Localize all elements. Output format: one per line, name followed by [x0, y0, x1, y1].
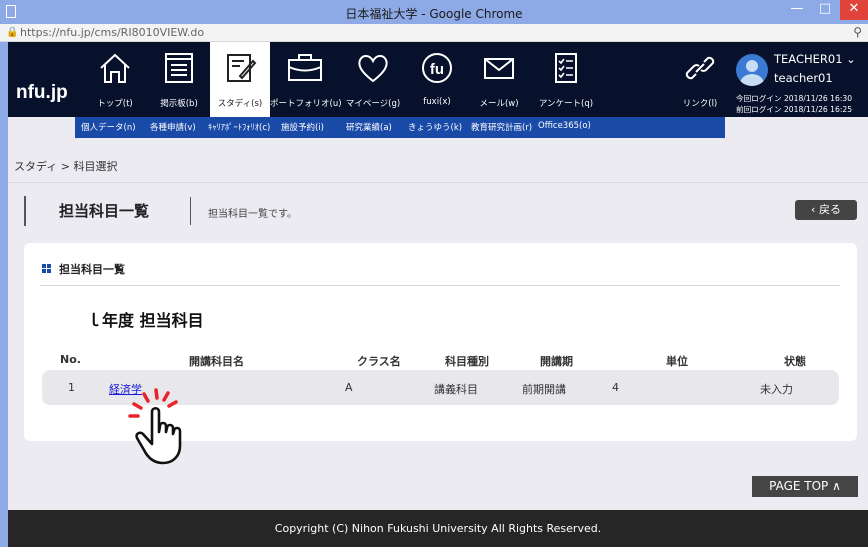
url-text[interactable]: https://nfu.jp/cms/RI8010VIEW.do [20, 26, 204, 39]
nav-label: マイページ(g) [345, 99, 401, 109]
subnav-career-portfolio[interactable]: ｷｬﾘｱﾎﾟｰﾄﾌｫﾘｵ(c) [208, 121, 270, 133]
divider [40, 285, 840, 286]
window-frame [0, 42, 8, 547]
footer-copyright: Copyright (C) Nihon Fukushi University A… [8, 510, 868, 547]
cell-period: 前期開講 [522, 383, 566, 396]
subnav-applications[interactable]: 各種申請(v) [150, 121, 196, 133]
title-divider [190, 197, 191, 225]
nav-label: fuxi(x) [423, 97, 451, 107]
sub-navigation: 個人データ(n) 各種申請(v) ｷｬﾘｱﾎﾟｰﾄﾌｫﾘｵ(c) 施設予約(i)… [75, 117, 725, 138]
heart-icon [358, 55, 388, 83]
nav-link[interactable]: リンク(l) [672, 42, 728, 117]
nav-fuxi[interactable]: fu fuxi(x) [406, 42, 468, 117]
site-header: nfu.jp トップ(t) 掲示板(b) スタディ(s) ポートフォリオ(u) … [8, 42, 868, 117]
nav-label: 掲示板(b) [160, 99, 198, 109]
page-description: 担当科目一覧です。 [208, 209, 297, 220]
nav-label: スタディ(s) [217, 99, 263, 109]
cell-class: A [345, 381, 353, 394]
fu-icon: fu [422, 53, 452, 83]
column-header: 単位 [666, 355, 688, 368]
home-icon [100, 53, 130, 83]
nav-mail[interactable]: メール(w) [468, 42, 530, 117]
subnav-personal-data[interactable]: 個人データ(n) [81, 121, 136, 133]
briefcase-icon [288, 54, 322, 81]
nav-label: リンク(l) [682, 99, 718, 109]
column-header: 科目種別 [445, 355, 489, 368]
breadcrumb: スタディ > 科目選択 [14, 160, 118, 173]
close-button[interactable]: ✕ [840, 0, 868, 20]
year-title: ｌ年度 担当科目 [86, 311, 204, 330]
maximize-button[interactable]: □ [812, 0, 838, 20]
page-top-button[interactable]: PAGE TOP ∧ [752, 476, 858, 497]
study-icon [227, 54, 257, 82]
avatar [736, 54, 768, 86]
nav-label: メール(w) [479, 99, 519, 109]
user-id: teacher01 [774, 71, 833, 85]
login-current: 今回ログイン 2018/11/26 16:30 [736, 94, 853, 103]
column-header: No. [60, 353, 81, 366]
subnav-office365[interactable]: Office365(o) [538, 121, 591, 131]
window-title: 日本福祉大学 - Google Chrome [345, 7, 523, 21]
cell-units: 4 [612, 381, 619, 394]
link-icon [685, 56, 715, 80]
minimize-button[interactable]: — [784, 0, 810, 20]
user-menu[interactable]: TEACHER01 ⌄ teacher01 今回ログイン 2018/11/26 … [736, 50, 868, 120]
survey-icon [555, 53, 577, 83]
page-title: 担当科目一覧 [59, 202, 150, 220]
grid-icon [42, 264, 52, 274]
subnav-facility-reservation[interactable]: 施設予約(i) [281, 121, 324, 133]
nav-bulletin[interactable]: 掲示板(b) [148, 42, 210, 117]
nav-survey[interactable]: アンケート(q) [530, 42, 602, 117]
nav-label: ポートフォリオ(u) [270, 99, 342, 109]
cell-no: 1 [68, 381, 75, 394]
site-logo[interactable]: nfu.jp [16, 82, 68, 104]
login-previous: 前回ログイン 2018/11/26 16:25 [736, 105, 853, 114]
nav-portfolio[interactable]: ポートフォリオ(u) [270, 42, 342, 117]
cell-type: 講義科目 [434, 383, 478, 396]
column-header: クラス名 [357, 355, 401, 368]
window-titlebar: 日本福祉大学 - Google Chrome — □ ✕ [0, 0, 868, 24]
nav-top[interactable]: トップ(t) [82, 42, 148, 117]
lock-icon: 🔒 [6, 27, 19, 38]
svg-text:fu: fu [430, 61, 444, 78]
bulletin-icon [165, 53, 193, 83]
subnav-research-plan[interactable]: 教育研究計画(r) [471, 121, 532, 133]
divider [8, 182, 868, 183]
cell-status: 未入力 [760, 383, 793, 396]
back-button[interactable]: ‹ 戻る [795, 200, 857, 220]
subnav-kyouyuu[interactable]: きょうゆう(k) [408, 121, 462, 133]
click-pointer-icon [128, 388, 182, 465]
nav-label: トップ(t) [97, 99, 133, 109]
nav-study[interactable]: スタディ(s) [210, 42, 270, 117]
column-header: 状態 [784, 355, 806, 368]
title-accent [24, 196, 26, 226]
subnav-research-achievements[interactable]: 研究業績(a) [346, 121, 392, 133]
column-header: 開講期 [540, 355, 573, 368]
user-name[interactable]: TEACHER01 ⌄ [774, 52, 856, 66]
address-bar[interactable]: 🔒 https://nfu.jp/cms/RI8010VIEW.do ⚲ [0, 24, 868, 42]
nav-mypage[interactable]: マイページ(g) [340, 42, 406, 117]
zoom-icon[interactable]: ⚲ [853, 25, 862, 39]
column-header: 開講科目名 [189, 355, 244, 368]
mail-icon [484, 58, 514, 79]
card-title: 担当科目一覧 [59, 263, 125, 276]
nav-label: アンケート(q) [538, 99, 594, 109]
